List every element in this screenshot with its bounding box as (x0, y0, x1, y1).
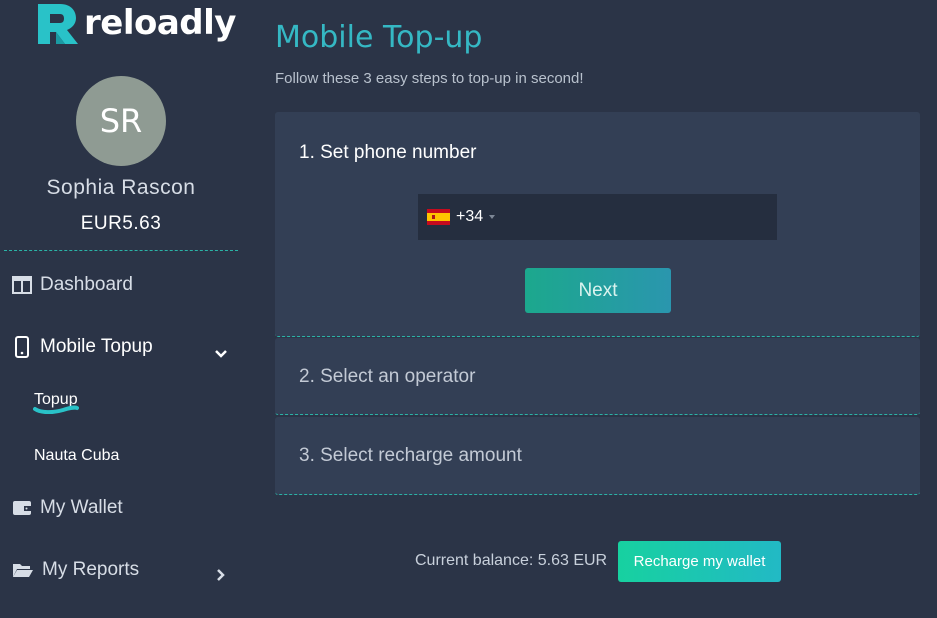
avatar[interactable]: SR (76, 76, 166, 166)
step-title: 3. Select recharge amount (299, 445, 522, 466)
recharge-wallet-button[interactable]: Recharge my wallet (618, 541, 781, 582)
active-underline (33, 405, 79, 414)
country-selector[interactable]: +34 (418, 194, 503, 240)
mobile-phone-icon (15, 336, 29, 358)
user-balance: EUR5.63 (80, 213, 162, 234)
step-card-phone: 1. Set phone number +34 Next (275, 112, 920, 337)
page-title: Mobile Top-up (275, 20, 483, 55)
step-title: 1. Set phone number (299, 142, 477, 163)
sidebar-item-label: My Reports (42, 559, 140, 580)
brand-name: reloadly (84, 3, 236, 43)
phone-field: +34 (418, 193, 777, 241)
caret-down-icon (489, 215, 496, 219)
wallet-icon (13, 501, 31, 515)
spain-flag-icon (427, 209, 450, 225)
step-title: 2. Select an operator (299, 366, 476, 387)
sidebar-divider (4, 250, 238, 251)
sidebar-subitem-nauta-cuba[interactable]: Nauta Cuba (34, 447, 119, 465)
sidebar-item-dashboard[interactable]: Dashboard (12, 274, 133, 296)
reloadly-logo-icon (38, 4, 78, 44)
chevron-down-icon[interactable] (214, 348, 228, 360)
page-subtitle: Follow these 3 easy steps to top-up in s… (275, 70, 584, 87)
sidebar-item-label: My Wallet (40, 497, 123, 518)
phone-number-input[interactable] (503, 193, 777, 241)
columns-icon (12, 276, 32, 294)
sidebar-item-label: Dashboard (40, 274, 133, 295)
next-button[interactable]: Next (525, 268, 671, 313)
main-content: Mobile Top-up Follow these 3 easy steps … (246, 0, 937, 618)
sidebar-item-my-wallet[interactable]: My Wallet (12, 497, 123, 519)
step-card-operator[interactable]: 2. Select an operator (275, 338, 920, 415)
user-name: Sophia Rascon (46, 176, 196, 199)
chevron-right-icon[interactable] (214, 568, 228, 582)
folder-open-icon (13, 564, 33, 577)
step-card-amount[interactable]: 3. Select recharge amount (275, 417, 920, 495)
dial-code: +34 (456, 208, 484, 225)
sidebar-item-mobile-topup[interactable]: Mobile Topup (12, 336, 153, 358)
sidebar: reloadly SR Sophia Rascon EUR5.63 Dashbo… (0, 0, 246, 618)
current-balance: Current balance: 5.63 EUR (415, 552, 608, 569)
sidebar-item-my-reports[interactable]: My Reports (12, 559, 139, 581)
brand-logo[interactable]: reloadly (36, 0, 236, 46)
sidebar-item-label: Mobile Topup (40, 336, 153, 357)
